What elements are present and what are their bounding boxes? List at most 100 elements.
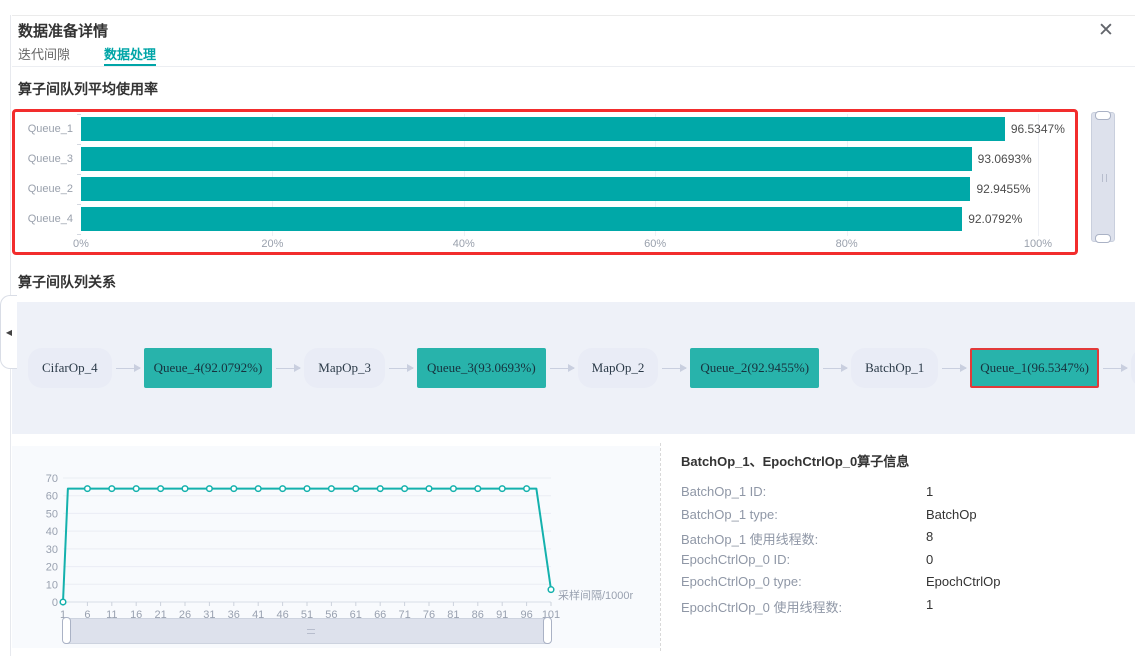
x-axis-tick-label: 60% xyxy=(644,238,666,250)
bar-value-label: 96.5347% xyxy=(1011,117,1065,141)
data-point-marker xyxy=(548,587,554,593)
flow-node-mapop_2[interactable]: MapOp_2 xyxy=(578,348,659,388)
queue-usage-section-title: 算子间队列平均使用率 xyxy=(18,79,158,99)
axis-tick-mark xyxy=(77,234,81,235)
flow-arrow xyxy=(662,368,686,369)
bar-value-label: 92.0792% xyxy=(968,207,1022,231)
data-point-marker xyxy=(402,486,408,492)
tab-data-processing[interactable]: 数据处理 xyxy=(104,44,156,66)
data-point-marker xyxy=(231,486,237,492)
y-axis-tick-label: 0 xyxy=(52,597,58,609)
arrowhead-icon xyxy=(1121,364,1128,372)
data-point-marker xyxy=(133,486,139,492)
flow-arrow xyxy=(276,368,300,369)
operator-info-panel: BatchOp_1、EpochCtrlOp_0算子信息 BatchOp_1 ID… xyxy=(661,446,1135,651)
arrowhead-icon xyxy=(960,364,967,372)
data-point-marker xyxy=(60,599,66,605)
data-point-marker xyxy=(109,486,115,492)
x-axis-tick-label: 80% xyxy=(836,238,858,250)
data-point-marker xyxy=(329,486,335,492)
collapse-left-icon: ◀ xyxy=(6,328,12,337)
data-point-marker xyxy=(304,486,310,492)
page-title: 数据准备详情 xyxy=(18,20,108,41)
horizontal-slider-left-handle[interactable] xyxy=(62,617,71,644)
queue-relation-section-title: 算子间队列关系 xyxy=(18,272,116,292)
info-row: BatchOp_1 type: BatchOp xyxy=(681,507,1125,529)
close-icon[interactable]: ✕ xyxy=(1095,20,1117,42)
flow-node-queue_1[interactable]: Queue_1(96.5347%) xyxy=(970,348,1099,388)
y-axis-tick-label: 40 xyxy=(46,526,58,538)
info-row: EpochCtrlOp_0 ID: 0 xyxy=(681,552,1125,574)
axis-tick-mark xyxy=(77,174,81,175)
data-point-marker xyxy=(451,486,457,492)
info-row-value: EpochCtrlOp xyxy=(926,574,1000,589)
operator-info-title: BatchOp_1、EpochCtrlOp_0算子信息 xyxy=(681,451,909,470)
data-point-marker xyxy=(377,486,383,492)
data-point-marker xyxy=(158,486,164,492)
data-point-marker xyxy=(524,486,530,492)
usage-bar xyxy=(81,207,962,231)
bar-category-label: Queue_4 xyxy=(15,207,73,231)
flow-node-queue_4[interactable]: Queue_4(92.0792%) xyxy=(144,348,273,388)
x-axis-name: 采样间隔/1000r xyxy=(558,588,634,602)
usage-bar xyxy=(81,117,1005,141)
horizontal-slider-right-handle[interactable] xyxy=(543,617,552,644)
data-point-marker xyxy=(475,486,481,492)
x-axis-tick-label: 100% xyxy=(1024,238,1052,250)
y-axis-tick-label: 10 xyxy=(46,579,58,591)
flow-node-mapop_3[interactable]: MapOp_3 xyxy=(304,348,385,388)
flow-arrow xyxy=(942,368,966,369)
panel-top-border xyxy=(12,15,1135,16)
tab-iteration-gap[interactable]: 迭代间隙 xyxy=(18,44,70,66)
flow-arrow xyxy=(1103,368,1127,369)
queue-size-line xyxy=(63,489,551,602)
flow-node-epochctrlop_0[interactable]: EpochCtrlOp_0 xyxy=(1131,348,1135,388)
info-row: EpochCtrlOp_0 使用线程数:1 xyxy=(681,597,1125,619)
flow-node-queue_2[interactable]: Queue_2(92.9455%) xyxy=(690,348,819,388)
x-axis-tick-label: 40% xyxy=(453,238,475,250)
x-axis-tick-label: 20% xyxy=(261,238,283,250)
data-point-marker xyxy=(280,486,286,492)
y-axis-tick-label: 20 xyxy=(46,562,58,574)
x-axis-tick-label: 0% xyxy=(73,238,89,250)
axis-tick-mark xyxy=(77,204,81,205)
info-row-value: 1 xyxy=(926,484,933,499)
flow-node-cifarop_4[interactable]: CifarOp_4 xyxy=(28,348,112,388)
bar-category-label: Queue_2 xyxy=(15,177,73,201)
info-row-label: BatchOp_1 使用线程数: xyxy=(681,529,818,548)
flow-arrow xyxy=(550,368,574,369)
info-row-label: BatchOp_1 ID: xyxy=(681,484,766,499)
info-row-value: BatchOp xyxy=(926,507,977,522)
bar-category-label: Queue_1 xyxy=(15,117,73,141)
flow-arrow xyxy=(389,368,413,369)
data-point-marker xyxy=(499,486,505,492)
y-axis-tick-label: 30 xyxy=(46,544,58,556)
usage-bar xyxy=(81,147,972,171)
y-axis-tick-label: 50 xyxy=(46,508,58,520)
info-row-label: BatchOp_1 type: xyxy=(681,507,778,522)
arrowhead-icon xyxy=(294,364,301,372)
operator-queue-flow-diagram: CifarOp_4 Queue_4(92.0792%) MapOp_3 Queue_3… xyxy=(12,302,1135,434)
queue-size-chart-area: 0102030405060701611162126313641465156616… xyxy=(12,446,660,648)
horizontal-datazoom-slider[interactable] xyxy=(63,618,551,644)
arrowhead-icon xyxy=(134,364,141,372)
info-row-value: 1 xyxy=(926,597,933,612)
vertical-datazoom-slider[interactable] xyxy=(1091,112,1115,242)
bar-value-label: 92.9455% xyxy=(976,177,1030,201)
vertical-slider-bottom-handle[interactable] xyxy=(1095,234,1111,243)
vertical-slider-grip-icon xyxy=(1102,174,1107,182)
info-row-label: EpochCtrlOp_0 ID: xyxy=(681,552,790,567)
tab-bar: 迭代间隙 数据处理 xyxy=(18,44,156,66)
flow-arrow xyxy=(116,368,140,369)
flow-node-queue_3[interactable]: Queue_3(93.0693%) xyxy=(417,348,546,388)
info-row-value: 0 xyxy=(926,552,933,567)
arrowhead-icon xyxy=(841,364,848,372)
info-row-label: EpochCtrlOp_0 type: xyxy=(681,574,802,589)
arrowhead-icon xyxy=(680,364,687,372)
data-point-marker xyxy=(426,486,432,492)
collapse-panel-button[interactable]: ◀ xyxy=(0,295,17,369)
vertical-slider-top-handle[interactable] xyxy=(1095,111,1111,120)
flow-node-batchop_1[interactable]: BatchOp_1 xyxy=(851,348,938,388)
horizontal-slider-grip-icon xyxy=(307,629,315,634)
bar-value-label: 93.0693% xyxy=(978,147,1032,171)
